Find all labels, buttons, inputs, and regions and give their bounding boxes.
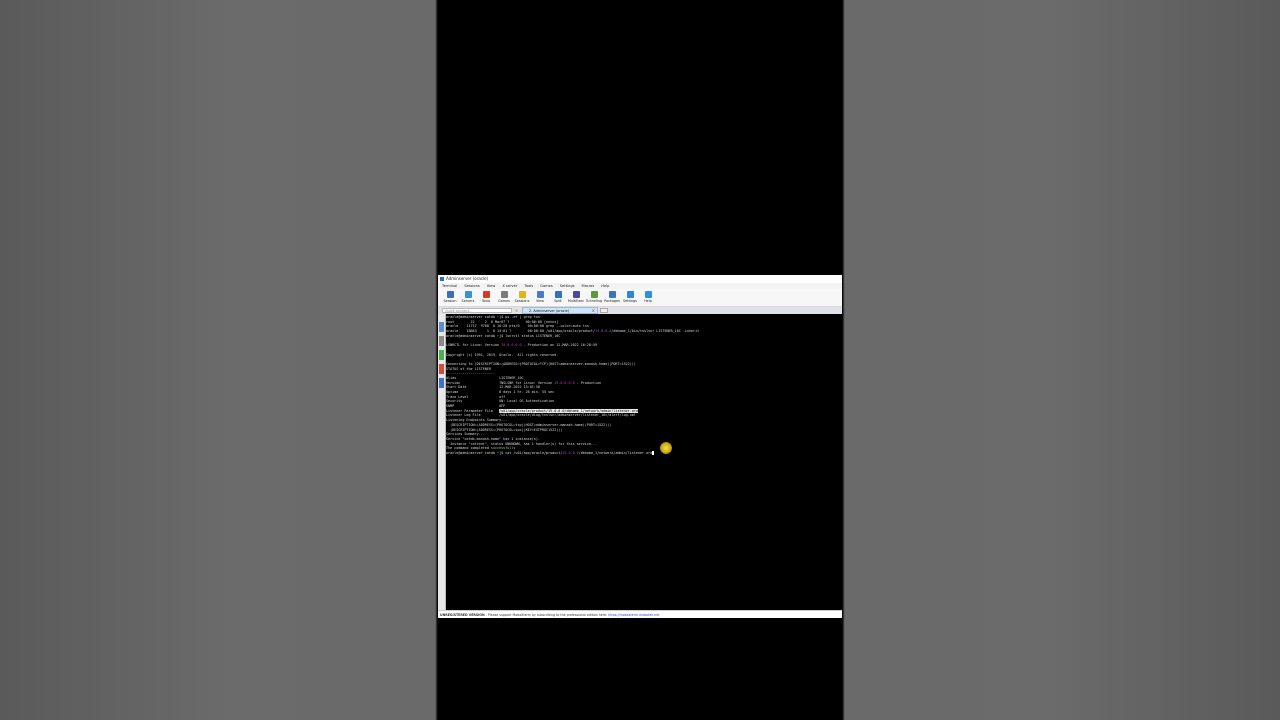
toolbar-button-label: Session (443, 299, 457, 303)
terminal-text: Trace Level off (446, 394, 506, 399)
terminal-text: Listener Parameter File (446, 408, 500, 413)
session-icon (446, 291, 454, 298)
star-icon (518, 291, 526, 298)
terminal-text: STATUS of the LISTENER (446, 366, 491, 371)
terminal-text: 19.0.0.0 (595, 329, 612, 334)
tab-adminserver[interactable]: 2. Adminserver (oracle) × (522, 307, 598, 314)
terminal-app-window: Adminserver (oracle) Terminal Sessions Vie… (438, 275, 842, 618)
games-icon (500, 291, 508, 298)
terminal-text: - Production on 12-MAR-2022 16:28:59 (521, 343, 598, 348)
toolbar-button[interactable]: Tunneling (586, 289, 602, 307)
terminal-text: - Production (574, 380, 602, 385)
split-icon (554, 291, 562, 298)
terminal-text: Copyright (c) 1991, 2019, Oracle. All ri… (446, 352, 559, 357)
terminal-text: 19.0.0.0 (562, 450, 579, 455)
status-bar: UNREGISTERED VERSION - Please support Mo… (438, 610, 842, 618)
terminal-text: Connecting to (DESCRIPTION=(ADDRESS=(PRO… (446, 361, 636, 366)
packages-icon (608, 291, 616, 298)
terminal-text: LSNRCTL for Linux: Version (446, 343, 502, 348)
sidebar-tools-icon[interactable] (439, 350, 444, 360)
toolbar-button[interactable]: Servers (460, 289, 476, 307)
terminal-text: oracle 18663 1 0 15:01 ? 00:00:00 /u01/a… (446, 329, 596, 334)
quick-connect-input[interactable]: Quick connect... (442, 308, 512, 313)
terminal-text: SNMP OFF (446, 404, 506, 409)
settings-icon (626, 291, 634, 298)
terminal-text: oracle 11737 9708 0 16:28 pts/0 00:00:00… (446, 324, 589, 329)
terminal-text: /u01/app/oracle/product/19.0.0.0/dbhome_… (499, 408, 638, 413)
terminal-text: (DESCRIPTION=(ADDRESS=(PROTOCOL=ipc)(KEY… (446, 427, 563, 432)
terminal-text: /dbhome_1/network/admin/listener.ora (578, 450, 653, 455)
toolbar-button[interactable]: MultiExec (568, 289, 584, 307)
toolbar-button[interactable]: Help (640, 289, 656, 307)
toolbar-button-label: Help (644, 299, 652, 303)
terminal-line: oracle@adminserver catdb ~]$ cat /u01/ap… (446, 450, 842, 456)
window-title: Adminserver (oracle) (446, 276, 489, 281)
multiexec-icon (572, 291, 580, 298)
close-tab-icon[interactable]: × (592, 308, 595, 314)
sidebar-sftp-icon[interactable] (439, 378, 444, 388)
toolbar-button-label: Split (554, 299, 562, 303)
terminal-text: oracle@adminserver catdb ~]$ lsnrctl sta… (446, 333, 561, 338)
sidebar-macros-icon[interactable] (439, 364, 444, 374)
servers-icon (464, 291, 472, 298)
toolbar-button-label: Tunneling (585, 299, 603, 303)
terminal-text: The command completed (446, 446, 491, 451)
terminal-output[interactable]: oracle@adminserver catdb ~]$ ps -ef | gr… (446, 315, 842, 609)
terminal-text: Security ON: Local OS Authentication (446, 399, 555, 404)
toolbar-button-label: Packages (604, 299, 620, 303)
terminal-text: Listener Log File /u01/app/oracle/diag/t… (446, 413, 636, 418)
sidebar-servers-icon[interactable] (439, 336, 444, 346)
sidebar-sessions-icon[interactable] (439, 322, 444, 332)
terminal-text: successfully (490, 446, 516, 451)
tab-row: Quick connect... ★ 2. Adminserver (oracl… (438, 307, 842, 314)
toolbar-button[interactable]: Packages (604, 289, 620, 307)
terminal-text: /dbhome_1/bin/tnslsnr LISTENER_10C -inhe… (611, 329, 700, 334)
terminal-text: ------------------------ (446, 371, 495, 376)
toolbar-button-label: Tools (481, 299, 491, 303)
window-titlebar: Adminserver (oracle) (438, 275, 842, 283)
terminal-text: root 22 2 0 Mar07 ? 00:00:00 [netns] (446, 319, 559, 324)
terminal-text: Uptime 0 days 1 hr. 26 min. 55 sec (446, 390, 555, 394)
new-tab-button[interactable] (600, 308, 608, 313)
tools-icon (482, 291, 490, 298)
toolbar-button-label: Games (498, 299, 510, 303)
terminal-text: 19.0.0.0.0 (554, 380, 575, 385)
terminal-text: oracle@adminserver catdb ~]$ ps -ef | gr… (446, 315, 540, 319)
toolbar-button-label: Sessions (514, 299, 530, 303)
terminal-text: Start Date 12-MAR-2022 15:01:58 (446, 385, 540, 390)
terminal-text: Instance "catcont", status UNKNOWN, has … (446, 441, 598, 446)
status-message: - Please support MobaXterm by subscribin… (484, 613, 609, 617)
status-unregistered: UNREGISTERED VERSION (440, 613, 485, 617)
app-icon (440, 277, 444, 281)
toolbar-button-label: Settings (623, 299, 637, 303)
mouse-pointer-highlight (660, 442, 672, 454)
toolbar-button[interactable]: Session (442, 289, 458, 307)
toolbar-button-label: Servers (461, 299, 475, 303)
status-link[interactable]: https://mobaxterm.mobatek.net (608, 613, 659, 617)
terminal-text: Alias LISTENER_10C (446, 375, 524, 380)
terminal-text: Version TNSLSNR for Linux: Version (446, 380, 555, 385)
left-sidebar (438, 314, 446, 610)
terminal-text: (DESCRIPTION=(ADDRESS=(PROTOCOL=tcp)(HOS… (446, 422, 612, 427)
toolbar-button-label: MultiExec (567, 299, 585, 303)
help-icon (644, 291, 652, 298)
terminal-text: Services Summary... (446, 432, 485, 437)
terminal-cursor (652, 450, 655, 455)
toolbar-button[interactable]: Tools (478, 289, 494, 307)
toolbar-button[interactable]: Split (550, 289, 566, 307)
tunneling-icon (590, 291, 598, 298)
terminal-text: Listening Endpoints Summary... (446, 418, 508, 423)
favorite-star-icon[interactable]: ★ (514, 308, 519, 313)
view-icon (536, 291, 544, 298)
toolbar-button[interactable]: Games (496, 289, 512, 307)
terminal-text: oracle@adminserver catdb ~]$ cat /u01/ap… (446, 450, 563, 455)
tab-label: 2. Adminserver (oracle) (529, 309, 570, 313)
toolbar-button[interactable]: Settings (622, 289, 638, 307)
toolbar-button[interactable]: Sessions (514, 289, 530, 307)
terminal-text: 19.0.0.0.0 (501, 343, 522, 348)
toolbar-button-label: View (535, 299, 545, 303)
main-toolbar: Session Servers Tools Games Sessions View Spli… (438, 289, 842, 307)
toolbar-button[interactable]: View (532, 289, 548, 307)
terminal-text: Service "catdb.manash.home" has 1 instan… (446, 436, 540, 441)
